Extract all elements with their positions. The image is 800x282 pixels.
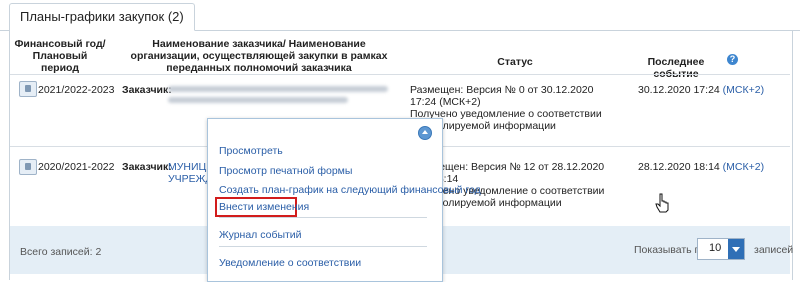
header-divider xyxy=(10,74,790,75)
menu-item-compliance-notice[interactable]: Уведомление о соответствии xyxy=(219,257,361,269)
customer-name-redacted xyxy=(168,86,388,92)
tab-procurement-plans[interactable]: Планы-графики закупок (2) xyxy=(9,3,195,31)
tab-bar: Планы-графики закупок (2) xyxy=(0,0,800,31)
header-customer: Наименование заказчика/ Наименование орг… xyxy=(130,38,388,74)
status-notice: тролируемой информации xyxy=(432,197,562,209)
header-period: Финансовый год/ Плановый период xyxy=(14,38,106,74)
chevron-down-icon[interactable] xyxy=(728,239,744,259)
status-placed: мещен: Версия № 12 от 28.12.2020 18:14 xyxy=(432,161,605,185)
event-date: 30.12.2020 17:24 xyxy=(638,84,720,96)
event-timezone: (МСК+2) xyxy=(722,84,765,96)
row-menu-icon[interactable] xyxy=(19,159,37,175)
menu-item-view[interactable]: Просмотреть xyxy=(219,145,283,157)
per-page-value: 10 xyxy=(709,242,722,254)
collapse-menu-icon[interactable] xyxy=(418,126,432,140)
hand-cursor-icon xyxy=(655,193,669,213)
menu-item-print-view[interactable]: Просмотр печатной формы xyxy=(219,165,352,177)
row-period: 2021/2022-2023 xyxy=(38,84,115,96)
menu-divider xyxy=(219,246,427,247)
per-page-label: Показывать по xyxy=(634,244,707,256)
header-last-event: Последнее событие xyxy=(647,56,705,80)
row-last-event: 30.12.2020 17:24 (МСК+2) xyxy=(638,84,764,96)
customer-label: Заказчик: xyxy=(122,84,172,96)
total-records: Всего записей: 2 xyxy=(20,246,102,258)
customer-label: Заказчик: xyxy=(122,161,172,173)
per-page-select[interactable]: 10 xyxy=(697,238,745,260)
customer-name-redacted xyxy=(168,97,348,103)
help-icon[interactable]: ? xyxy=(727,54,738,65)
event-timezone: (МСК+2) xyxy=(722,161,765,173)
row-context-menu: Просмотреть Просмотр печатной формы Созд… xyxy=(207,118,481,282)
menu-divider xyxy=(219,217,427,218)
status-placed: Размещен: Версия № 0 от 30.12.2020 17:24… xyxy=(410,84,594,108)
event-date: 28.12.2020 18:14 xyxy=(638,161,720,173)
records-label: записей xyxy=(754,244,794,256)
menu-item-make-changes[interactable]: Внести изменения xyxy=(219,201,309,213)
row-menu-icon[interactable] xyxy=(19,81,37,97)
menu-item-event-log[interactable]: Журнал событий xyxy=(219,229,302,241)
row-last-event: 28.12.2020 18:14 (МСК+2) xyxy=(638,161,764,173)
row-period: 2020/2021-2022 xyxy=(38,161,115,173)
header-status: Статус xyxy=(497,56,533,68)
menu-item-create-next-plan[interactable]: Создать план-график на следующий финансо… xyxy=(219,184,481,196)
